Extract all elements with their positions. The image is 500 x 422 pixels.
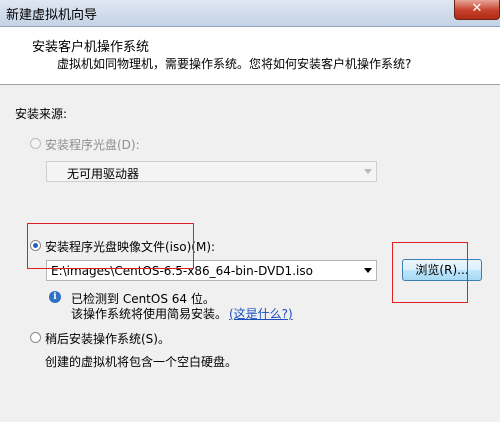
highlight-box-iso-option [27, 223, 194, 269]
chevron-down-icon[interactable] [364, 268, 372, 273]
title-bar: 新建虚拟机向导 ✕ [0, 0, 500, 27]
radio-install-disc[interactable] [30, 138, 41, 149]
install-source-label: 安装来源: [15, 107, 68, 121]
easy-install-text: 该操作系统将使用简易安装。 [71, 307, 228, 321]
radio-install-later-label: 稍后安装操作系统(S)。 [45, 332, 170, 346]
window-title: 新建虚拟机向导 [6, 8, 98, 23]
disc-drive-select: 无可用驱动器 [46, 161, 377, 182]
radio-install-later[interactable] [30, 332, 41, 343]
wizard-header: 安装客户机操作系统 虚拟机如同物理机，需要操作系统。您将如何安装客户机操作系统? [0, 27, 500, 85]
whats-this-link[interactable]: (这是什么?) [229, 305, 293, 322]
blank-disk-note: 创建的虚拟机将包含一个空白硬盘。 [45, 355, 238, 369]
page-title: 安装客户机操作系统 [32, 40, 150, 55]
highlight-box-browse [392, 242, 468, 303]
close-button[interactable]: ✕ [454, 0, 500, 20]
disc-drive-value: 无可用驱动器 [67, 167, 140, 181]
page-subtitle: 虚拟机如同物理机，需要操作系统。您将如何安装客户机操作系统? [57, 57, 412, 71]
radio-install-disc-label: 安装程序光盘(D): [45, 138, 140, 152]
info-icon: i [49, 291, 61, 303]
chevron-down-icon [364, 169, 372, 174]
